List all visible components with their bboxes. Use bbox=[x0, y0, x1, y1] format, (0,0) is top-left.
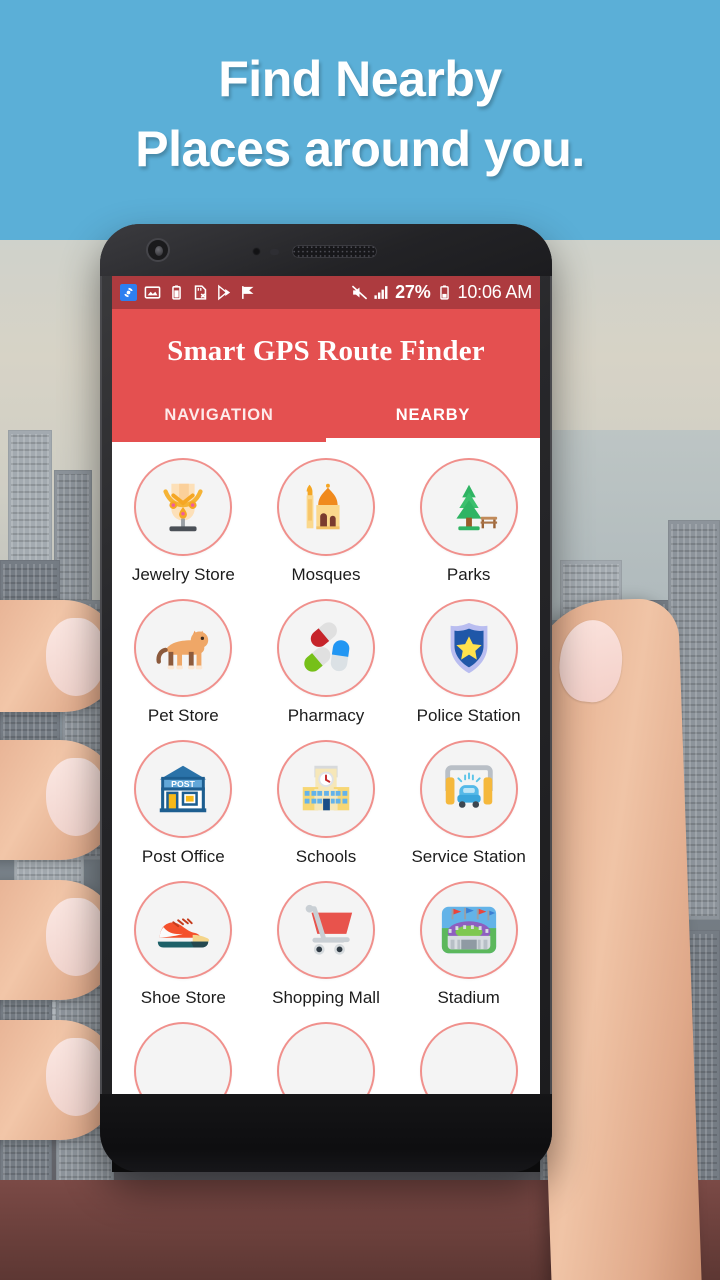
category-item[interactable]: Pet Store bbox=[112, 591, 255, 732]
battery-percent-label: 27% bbox=[395, 282, 431, 302]
proximity-sensor-icon bbox=[252, 247, 261, 256]
volume-muted-icon bbox=[352, 285, 368, 300]
checkmark-flag-icon bbox=[242, 286, 254, 299]
status-bar-right-icons: 27% 10:06 AM bbox=[351, 282, 532, 303]
app-bar: Smart GPS Route Finder NAVIGATION NEARBY bbox=[112, 309, 540, 442]
phone-bottom-bezel bbox=[100, 1094, 552, 1172]
category-icon-circle[interactable]: POST bbox=[134, 740, 233, 838]
sneaker-icon bbox=[158, 918, 210, 948]
category-item[interactable]: Service Station bbox=[397, 732, 540, 873]
category-label: Schools bbox=[295, 847, 357, 866]
category-icon-circle[interactable] bbox=[276, 599, 375, 697]
category-icon-circle[interactable] bbox=[134, 1022, 233, 1094]
category-label: Parks bbox=[446, 565, 491, 584]
pills-icon bbox=[304, 622, 350, 672]
stadium-icon bbox=[441, 906, 496, 954]
tab-active-indicator bbox=[326, 438, 540, 442]
category-item[interactable] bbox=[255, 1014, 398, 1094]
battery-icon bbox=[439, 285, 449, 300]
cat-icon bbox=[156, 630, 209, 670]
tab-bar: NAVIGATION NEARBY bbox=[112, 400, 540, 442]
category-label: Pet Store bbox=[147, 706, 219, 725]
status-bar: 27% 10:06 AM bbox=[112, 276, 540, 309]
category-icon-circle[interactable] bbox=[419, 458, 518, 556]
foreground-rooftops bbox=[0, 1180, 720, 1280]
play-store-icon bbox=[218, 284, 231, 301]
category-item[interactable]: Jewelry Store bbox=[112, 450, 255, 591]
sd-card-removed-icon bbox=[194, 285, 207, 300]
category-item[interactable]: Schools bbox=[255, 732, 398, 873]
category-icon-circle[interactable] bbox=[419, 1022, 518, 1094]
phone-mockup: 27% 10:06 AM Smart GPS Route Finder NAVI… bbox=[100, 224, 552, 1172]
category-label: Service Station bbox=[411, 847, 526, 866]
app-title: Smart GPS Route Finder bbox=[167, 335, 485, 367]
photo-icon bbox=[144, 286, 161, 299]
status-bar-clock: 10:06 AM bbox=[457, 282, 533, 302]
shopping-cart-icon bbox=[305, 904, 353, 955]
signal-bars-icon bbox=[374, 286, 388, 299]
phone-top-bezel bbox=[100, 224, 552, 276]
category-item[interactable] bbox=[397, 1014, 540, 1094]
category-label: Police Station bbox=[416, 706, 521, 725]
category-icon-circle[interactable] bbox=[276, 740, 375, 838]
tab-navigation[interactable]: NAVIGATION bbox=[112, 400, 326, 442]
tree-bench-icon bbox=[456, 484, 497, 531]
category-item[interactable]: Police Station bbox=[397, 591, 540, 732]
earpiece-speaker bbox=[292, 245, 377, 258]
category-label: Mosques bbox=[291, 565, 361, 584]
battery-saver-icon bbox=[172, 285, 181, 300]
category-icon-circle[interactable] bbox=[419, 599, 518, 697]
category-item[interactable]: Shoe Store bbox=[112, 873, 255, 1014]
category-icon-circle[interactable] bbox=[134, 881, 233, 979]
category-icon-circle[interactable] bbox=[276, 881, 375, 979]
category-icon-circle[interactable] bbox=[276, 1022, 375, 1094]
category-item[interactable]: Shopping Mall bbox=[255, 873, 398, 1014]
category-item[interactable]: Stadium bbox=[397, 873, 540, 1014]
headline-line-1: Find Nearby bbox=[218, 51, 502, 107]
category-item[interactable] bbox=[112, 1014, 255, 1094]
category-label: Stadium bbox=[437, 988, 500, 1007]
category-icon-circle[interactable] bbox=[276, 458, 375, 556]
school-icon bbox=[302, 765, 350, 811]
mosque-icon bbox=[306, 483, 340, 530]
front-camera-icon bbox=[146, 238, 170, 262]
category-item[interactable]: Mosques bbox=[255, 450, 398, 591]
category-label: Jewelry Store bbox=[131, 565, 235, 584]
category-icon-circle[interactable] bbox=[134, 599, 233, 697]
sync-icon bbox=[120, 284, 137, 301]
category-label: Shoe Store bbox=[140, 988, 226, 1007]
category-item[interactable]: Pharmacy bbox=[255, 591, 398, 732]
category-label: Post Office bbox=[141, 847, 225, 866]
category-icon-circle[interactable] bbox=[419, 740, 518, 838]
category-icon-circle[interactable] bbox=[134, 458, 233, 556]
post-office-icon: POST bbox=[160, 765, 207, 813]
category-item[interactable]: POST Post Office bbox=[112, 732, 255, 873]
page-title: Find Nearby Places around you. bbox=[0, 44, 720, 184]
necklace-icon bbox=[163, 483, 203, 532]
phone-screen: 27% 10:06 AM Smart GPS Route Finder NAVI… bbox=[112, 276, 540, 1094]
light-sensor-icon bbox=[270, 249, 279, 255]
headline-line-2: Places around you. bbox=[135, 121, 585, 177]
car-wash-icon bbox=[444, 765, 493, 808]
category-label: Pharmacy bbox=[287, 706, 365, 725]
status-bar-left-icons bbox=[120, 284, 257, 301]
category-label: Shopping Mall bbox=[272, 988, 380, 1007]
category-item[interactable]: Parks bbox=[397, 450, 540, 591]
category-icon-circle[interactable] bbox=[419, 881, 518, 979]
police-badge-icon bbox=[450, 622, 488, 674]
nearby-category-grid: Jewelry Store Mosques Parks Pet Store Ph… bbox=[112, 442, 540, 1094]
tab-nearby[interactable]: NEARBY bbox=[326, 400, 540, 442]
